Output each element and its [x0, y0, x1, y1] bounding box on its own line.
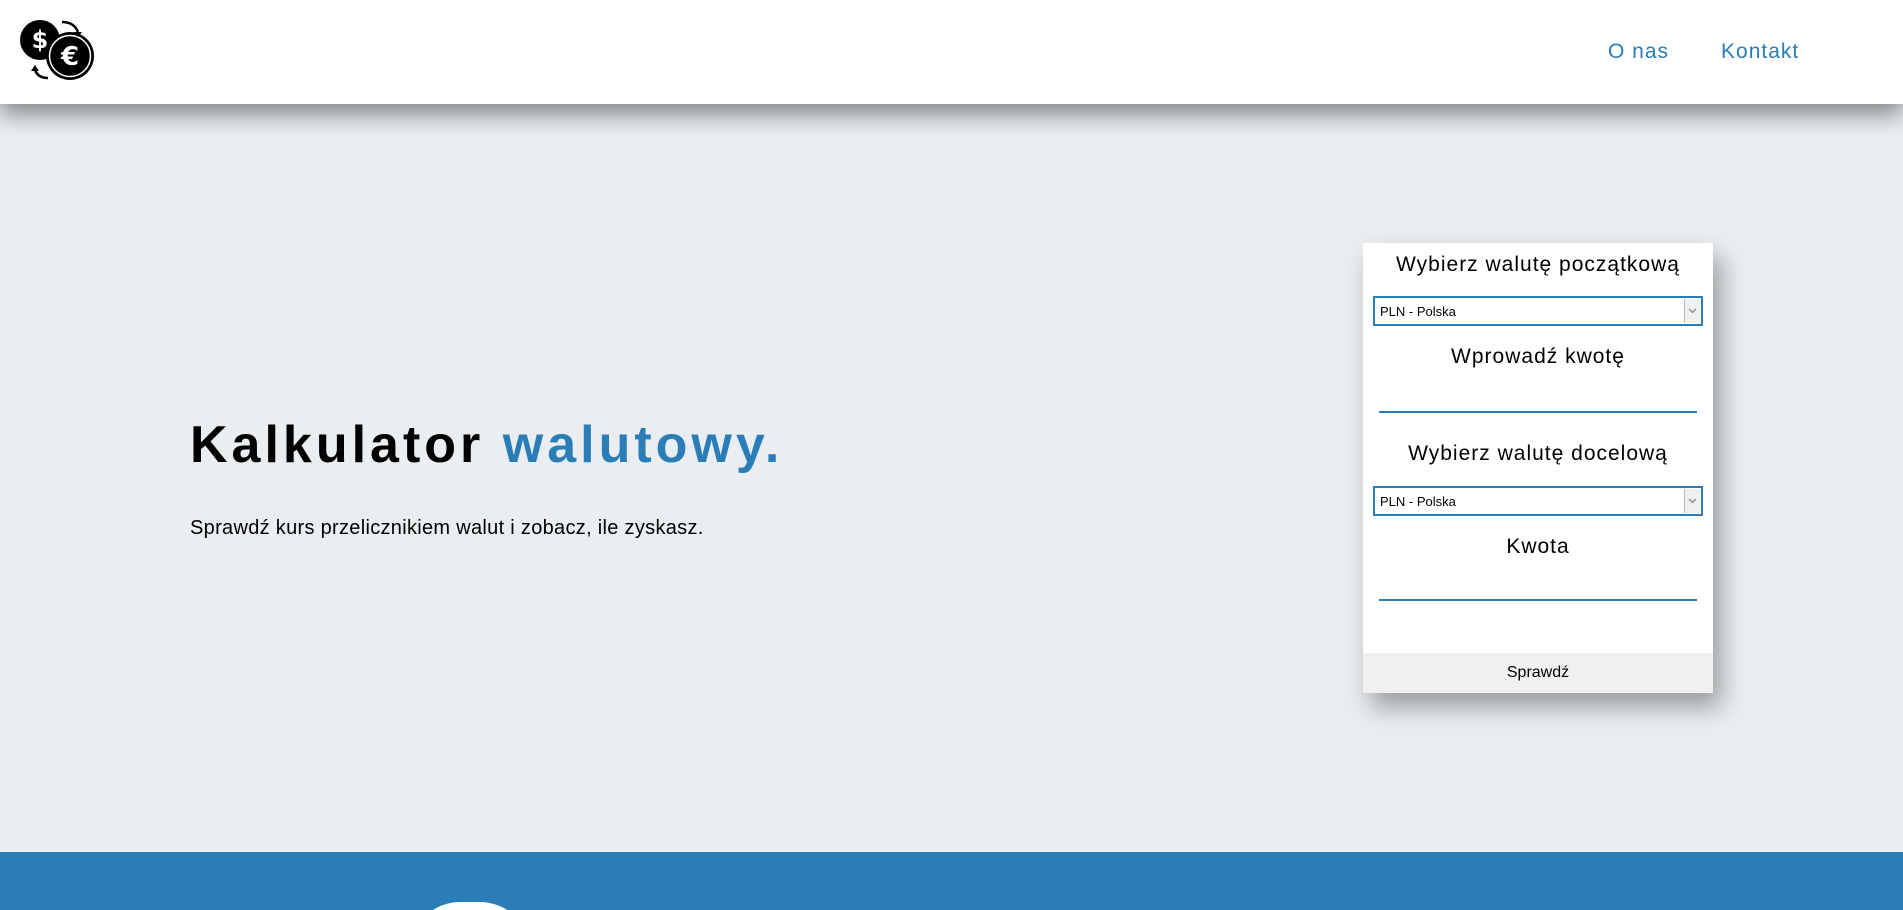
hero-title-accent: walutowy.: [502, 416, 784, 474]
svg-text:€: €: [60, 42, 79, 72]
to-currency-label: Wybierz walutę docelową: [1408, 442, 1668, 465]
currency-converter-card: Wybierz walutę początkową PLN - Polska W…: [1363, 243, 1713, 693]
from-currency-select[interactable]: PLN - Polska: [1373, 296, 1703, 326]
result-output[interactable]: [1379, 573, 1697, 601]
amount-label: Wprowadź kwotę: [1451, 345, 1625, 368]
amount-input[interactable]: [1379, 385, 1697, 413]
to-currency-select[interactable]: PLN - Polska: [1373, 486, 1703, 516]
to-currency-value: PLN - Polska: [1380, 494, 1456, 509]
chevron-down-icon[interactable]: [1684, 489, 1700, 513]
hero-title: Kalkulator walutowy.: [190, 415, 783, 475]
currency-exchange-logo-icon[interactable]: $ €: [18, 18, 102, 82]
from-currency-value: PLN - Polska: [1380, 304, 1456, 319]
hero-title-main: Kalkulator: [190, 416, 485, 474]
footer-decorative-shape: [410, 902, 530, 910]
main-nav: O nas Kontakt: [1608, 40, 1799, 64]
from-currency-label: Wybierz walutę początkową: [1396, 253, 1680, 276]
result-label: Kwota: [1506, 535, 1570, 558]
hero-subtitle: Sprawdź kurs przelicznikiem walut i zoba…: [190, 517, 704, 539]
site-header: $ € O nas Kontakt: [0, 0, 1903, 104]
nav-link-about[interactable]: O nas: [1608, 40, 1669, 64]
nav-link-contact[interactable]: Kontakt: [1721, 40, 1799, 64]
svg-text:$: $: [32, 26, 49, 54]
chevron-down-icon[interactable]: [1684, 299, 1700, 323]
check-button[interactable]: Sprawdź: [1363, 653, 1713, 693]
footer-band: [0, 852, 1903, 910]
